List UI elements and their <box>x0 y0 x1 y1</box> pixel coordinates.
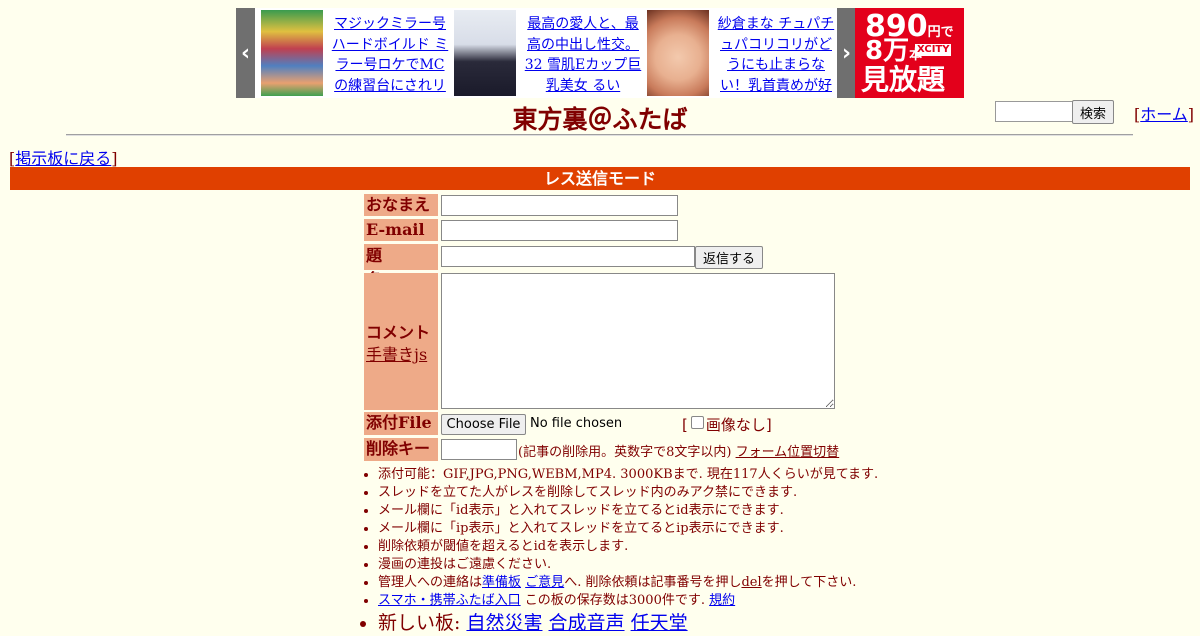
list-item: 漫画の連投はご遠慮ください. <box>378 556 878 574</box>
reply-submit-button[interactable]: 返信する <box>695 246 763 269</box>
del-link[interactable]: del <box>741 575 761 590</box>
chevron-right-icon: › <box>841 40 852 66</box>
search-button[interactable]: 検索 <box>1072 100 1114 124</box>
chevron-left-icon: ‹ <box>240 40 251 66</box>
list-item: 添付可能：GIF,JPG,PNG,WEBM,MP4. 3000KBまで. 現在1… <box>378 466 878 484</box>
header-divider <box>66 134 1133 136</box>
new-board-link-synth-voice[interactable]: 合成音声 <box>549 612 625 634</box>
banner-brand-logo: XCITY <box>915 44 952 56</box>
ad-link[interactable]: 紗倉まな チュパチュパコリコリがどうにも止まらない！乳首責めが好 <box>717 14 835 98</box>
no-image-checkbox[interactable] <box>690 416 704 429</box>
delete-key-note-wrapper: (記事の削除用。英数字で8文字以内) フォーム位置切替 <box>518 441 839 460</box>
prep-board-link[interactable]: 準備板 <box>482 575 521 590</box>
banner-tagline: 見放題 <box>861 63 946 96</box>
delete-key-label: 削除キー <box>364 438 438 461</box>
delete-key-note: (記事の削除用。英数字で8文字以内) <box>518 445 732 460</box>
rules-link[interactable]: 規約 <box>709 593 735 608</box>
carousel-prev-button[interactable]: ‹ <box>236 8 255 98</box>
list-item: 削除依頼が閾値を超えるとidを表示します. <box>378 538 878 556</box>
ad-thumbnail[interactable] <box>261 10 323 96</box>
home-link-wrapper: [ホーム] <box>1134 105 1195 124</box>
name-field[interactable] <box>441 195 678 216</box>
banner-count: 8万 <box>865 36 910 66</box>
subject-field[interactable] <box>441 246 695 267</box>
carousel-next-button[interactable]: › <box>837 8 856 98</box>
list-item: スマホ・携帯ふたば入口 この板の保存数は3000件です. 規約 <box>378 592 878 610</box>
xcity-banner-ad[interactable]: 890円で 8万本 XCITY 見放題 <box>855 8 964 98</box>
new-boards-label: 新しい板: <box>378 612 467 634</box>
name-label: おなまえ <box>364 194 438 216</box>
form-position-toggle-link[interactable]: フォーム位置切替 <box>736 445 840 460</box>
ad-link[interactable]: マジックミラー号ハードボイルド ミラー号ロケでMCの練習台にされリハ <box>331 14 449 98</box>
list-item: 新しい板: 自然災害 合成音声 任天堂 <box>378 610 878 636</box>
feedback-link[interactable]: ご意見 <box>525 575 564 590</box>
list-item: メール欄に「id表示」と入れてスレッドを立てるとid表示にできます. <box>378 502 878 520</box>
home-link[interactable]: ホーム <box>1140 105 1188 124</box>
list-item: 管理人への連絡は準備板 ご意見へ. 削除依頼は記事番号を押しdelを押して下さい… <box>378 574 878 592</box>
list-item: メール欄に「ip表示」と入れてスレッドを立てるとip表示にできます. <box>378 520 878 538</box>
reply-mode-bar: レス送信モード <box>10 167 1190 190</box>
delete-key-field[interactable] <box>441 439 517 460</box>
comment-field[interactable] <box>441 273 835 409</box>
no-image-label: 画像なし <box>705 416 766 434</box>
ad-link[interactable]: 最高の愛人と、最高の中出し性交。32 雪肌Eカップ巨乳美女 るい <box>524 14 642 98</box>
back-link-wrapper: [掲示板に戻る] <box>9 149 118 168</box>
storage-count-text: この板の保存数は3000件です. <box>520 593 705 608</box>
comment-label: コメント <box>366 323 431 342</box>
no-image-option: [画像なし] <box>682 416 772 434</box>
file-status-text: No file chosen <box>530 416 623 431</box>
board-notes: 添付可能：GIF,JPG,PNG,WEBM,MP4. 3000KBまで. 現在1… <box>362 466 878 636</box>
contact-text: 管理人への連絡は <box>378 575 483 590</box>
ad-thumbnail[interactable] <box>454 10 516 96</box>
comment-label-cell: コメント 手書きjs <box>364 273 438 410</box>
subject-label: 題 名 <box>364 244 438 289</box>
email-field[interactable] <box>441 220 678 241</box>
banner-price-unit: 円で <box>927 25 954 40</box>
email-label: E-mail <box>364 219 438 241</box>
new-board-link-disaster[interactable]: 自然災害 <box>466 612 542 634</box>
search-input[interactable] <box>995 101 1075 122</box>
deletion-request-text: へ. 削除依頼は記事番号を押し <box>564 575 742 590</box>
mobile-entrance-link[interactable]: スマホ・携帯ふたば入口 <box>378 593 521 608</box>
back-to-board-link[interactable]: 掲示板に戻る <box>15 149 111 168</box>
ad-carousel: ‹ マジックミラー号ハードボイルド ミラー号ロケでMCの練習台にされリハ 最高の… <box>236 8 964 98</box>
ad-thumbnail[interactable] <box>647 10 709 96</box>
choose-file-button[interactable]: Choose File <box>441 414 526 435</box>
file-label: 添付File <box>364 412 438 435</box>
new-board-link-nintendo[interactable]: 任天堂 <box>631 612 688 634</box>
deletion-request-tail: を押して下さい. <box>761 575 857 590</box>
tegaki-js-link[interactable]: 手書きjs <box>366 341 427 365</box>
list-item: スレッドを立てた人がレスを削除してスレッド内のみアク禁にできます. <box>378 484 878 502</box>
